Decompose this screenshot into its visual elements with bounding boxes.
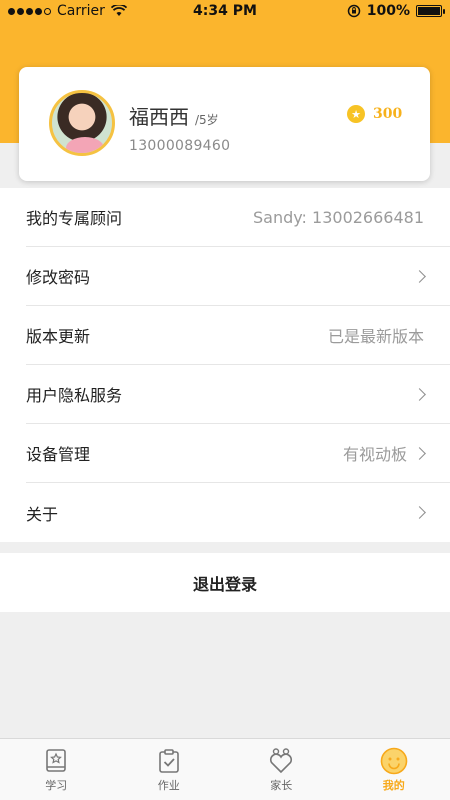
profile-card[interactable]: 福西西 /5岁 13000089460 ★ 300	[19, 67, 430, 181]
menu-item-version-update[interactable]: 版本更新 已是最新版本	[26, 306, 450, 365]
chevron-right-icon	[413, 387, 426, 401]
status-right: 100%	[347, 3, 445, 19]
points-badge[interactable]: ★ 300	[347, 105, 402, 123]
menu-item-change-password[interactable]: 修改密码	[26, 247, 450, 306]
child-age: /5岁	[195, 113, 219, 127]
tab-bar: 学习 作业 家长 我的	[0, 738, 450, 800]
menu-item-device-management[interactable]: 设备管理 有视动板	[26, 424, 450, 483]
tab-study[interactable]: 学习	[0, 739, 113, 800]
tab-mine[interactable]: 我的	[338, 739, 450, 800]
battery-icon	[416, 5, 445, 17]
menu-item-value-area	[407, 506, 426, 519]
heart-people-icon	[267, 747, 295, 775]
child-name: 福西西	[129, 105, 189, 129]
menu-item-value: 已是最新版本	[327, 327, 424, 346]
battery-percent: 100%	[366, 3, 410, 19]
tab-label: 作业	[157, 779, 180, 792]
menu-item-value: 有视动板	[342, 445, 407, 464]
star-coin-icon: ★	[347, 105, 365, 123]
menu-item-label: 修改密码	[26, 268, 91, 287]
menu-item-label: 版本更新	[26, 327, 91, 346]
menu-item-label: 我的专属顾问	[26, 209, 123, 228]
orientation-lock-icon	[347, 4, 361, 18]
tab-parent[interactable]: 家长	[225, 739, 338, 800]
menu-item-label: 用户隐私服务	[26, 386, 123, 405]
tab-homework[interactable]: 作业	[113, 739, 226, 800]
tab-label: 我的	[382, 779, 405, 792]
points-value: 300	[373, 106, 403, 122]
avatar[interactable]	[49, 90, 115, 156]
clipboard-check-icon	[155, 747, 183, 775]
chevron-right-icon	[413, 446, 426, 460]
name-row: 福西西 /5岁	[129, 101, 219, 130]
menu-item-label: 关于	[26, 504, 59, 524]
chevron-right-icon	[413, 269, 426, 283]
menu-item-privacy[interactable]: 用户隐私服务	[26, 365, 450, 424]
smiley-face-icon	[380, 747, 408, 775]
tab-label: 家长	[270, 779, 293, 792]
menu-item-value-area	[407, 387, 426, 401]
phone-number: 13000089460	[129, 138, 231, 154]
menu-item-value-area: 有视动板	[342, 441, 426, 465]
menu-item-value-area: Sandy: 13002666481	[253, 208, 424, 227]
tab-label: 学习	[45, 779, 68, 792]
menu-item-label: 设备管理	[26, 445, 91, 464]
logout-button[interactable]: 退出登录	[0, 553, 450, 612]
settings-menu: 我的专属顾问 Sandy: 13002666481 修改密码 版本更新 已是最新…	[0, 188, 450, 542]
chevron-right-icon	[413, 506, 426, 519]
menu-item-advisor[interactable]: 我的专属顾问 Sandy: 13002666481	[26, 188, 450, 247]
book-star-icon	[42, 747, 70, 775]
menu-item-value: Sandy: 13002666481	[252, 207, 424, 227]
status-bar: Carrier 4:34 PM 100%	[0, 0, 450, 24]
menu-item-value-area: 已是最新版本	[328, 323, 424, 347]
menu-item-value-area	[407, 269, 426, 283]
menu-item-about[interactable]: 关于	[26, 483, 450, 542]
